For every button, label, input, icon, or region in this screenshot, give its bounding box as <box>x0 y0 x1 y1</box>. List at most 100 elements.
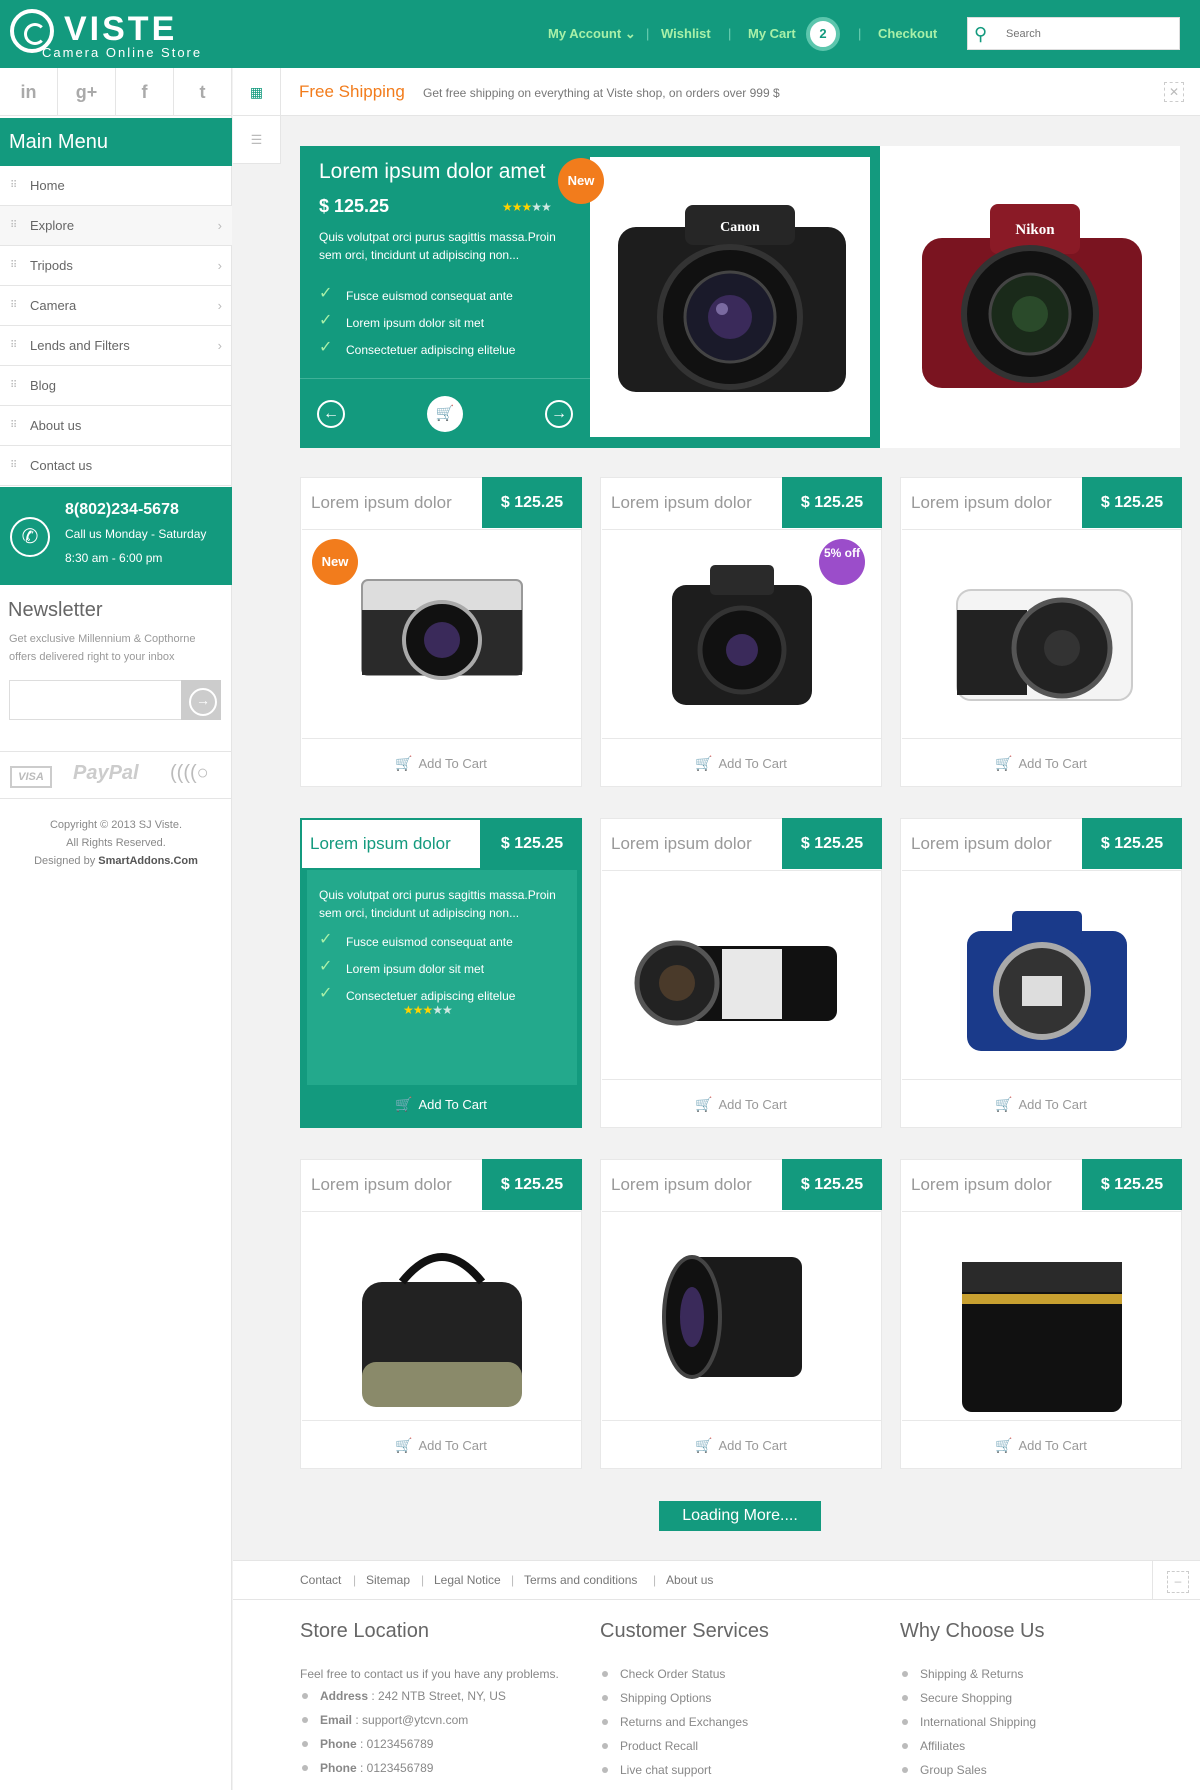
add-to-cart-button[interactable]: 🛒 Add To Cart <box>301 739 581 787</box>
featured-title[interactable]: Lorem ipsum dolor amet <box>319 160 545 184</box>
footer-links: Contact | Sitemap | Legal Notice | Terms… <box>233 1560 1200 1600</box>
cart-icon: 🛒 <box>695 1437 713 1453</box>
phone-icon: ✆ <box>10 517 50 557</box>
footer-link-sitemap[interactable]: Sitemap <box>366 1573 410 1587</box>
copyright: Copyright © 2013 SJ Viste. All Rights Re… <box>0 816 232 870</box>
sidebar-item-tripods[interactable]: ⠿ Tripods › <box>0 246 232 286</box>
sidebar-item-about-us[interactable]: ⠿ About us <box>0 406 232 446</box>
service-link[interactable]: Check Order Status <box>600 1667 890 1691</box>
linkedin-icon[interactable]: in <box>0 68 58 116</box>
product-title[interactable]: Lorem ipsum dolor <box>611 1175 752 1195</box>
cart-icon: 🛒 <box>395 1096 413 1112</box>
sidebar-item-camera[interactable]: ⠿ Camera › <box>0 286 232 326</box>
product-image[interactable] <box>902 1211 1181 1421</box>
product-title[interactable]: Lorem ipsum dolor <box>611 834 752 854</box>
camera-brand: Canon <box>720 220 760 235</box>
add-to-cart-button[interactable]: 🛒 Add To Cart <box>301 1421 581 1469</box>
add-to-cart-button[interactable]: 🛒 Add To Cart <box>601 1080 881 1128</box>
search-input[interactable] <box>1006 18 1176 49</box>
service-link[interactable]: Shipping Options <box>600 1691 890 1715</box>
product-card: Lorem ipsum dolor $ 125.25 🛒 Add To Cart 5% … <box>600 477 882 787</box>
sidebar-item-home[interactable]: ⠿ Home <box>0 166 232 206</box>
grip-icon: ⠿ <box>10 220 18 231</box>
why-choose-us-title: Why Choose Us <box>900 1620 1045 1642</box>
product-image[interactable] <box>902 529 1181 739</box>
why-link[interactable]: Affiliates <box>900 1739 1190 1763</box>
add-to-cart-button[interactable]: 🛒 Add To Cart <box>601 739 881 787</box>
product-image[interactable] <box>602 1211 881 1421</box>
product-title[interactable]: Lorem ipsum dolor <box>311 1175 452 1195</box>
product-title[interactable]: Lorem ipsum dolor <box>311 493 452 513</box>
footer-link-contact[interactable]: Contact <box>300 1573 341 1587</box>
product-price: $ 125.25 <box>482 1159 582 1210</box>
product-price: $ 125.25 <box>782 477 882 528</box>
footer-link-about[interactable]: About us <box>666 1573 713 1587</box>
arrow-left-icon[interactable]: ← <box>317 400 345 428</box>
sidebar-item-explore[interactable]: ⠿ Explore › <box>0 206 232 246</box>
link-separator: | <box>511 1573 515 1587</box>
load-more-button[interactable]: Loading More.... <box>659 1501 821 1531</box>
google-plus-icon[interactable]: g+ <box>58 68 116 116</box>
discount-badge: 5% off <box>819 539 865 585</box>
sidebar-item-label: Blog <box>30 378 57 393</box>
product-title[interactable]: Lorem ipsum dolor <box>611 493 752 513</box>
designer-link[interactable]: SmartAddons.Com <box>98 855 198 867</box>
add-to-cart-button[interactable]: 🛒 Add To Cart <box>901 739 1181 787</box>
sidebar-item-lends-and-filters[interactable]: ⠿ Lends and Filters › <box>0 326 232 366</box>
service-link[interactable]: Product Recall <box>600 1739 890 1763</box>
chevron-down-icon: ⌄ <box>624 26 636 41</box>
add-to-cart-button[interactable]: 🛒 Add To Cart <box>601 1421 881 1469</box>
product-title[interactable]: Lorem ipsum dolor <box>911 1175 1052 1195</box>
why-link[interactable]: International Shipping <box>900 1715 1190 1739</box>
featured-image-secondary[interactable]: Nikon <box>880 146 1180 448</box>
sidebar-item-contact-us[interactable]: ⠿ Contact us <box>0 446 232 486</box>
collapse-icon[interactable] <box>1152 1561 1200 1600</box>
facebook-icon[interactable]: f <box>116 68 174 116</box>
product-image[interactable] <box>302 1211 581 1421</box>
newsletter-email-input[interactable] <box>9 680 182 720</box>
paypal-icon: PayPal <box>73 762 139 784</box>
checkout-link[interactable]: Checkout <box>878 26 937 41</box>
add-to-cart-button[interactable]: 🛒 Add To Cart <box>901 1080 1181 1128</box>
sidebar-item-blog[interactable]: ⠿ Blog <box>0 366 232 406</box>
add-to-cart-button[interactable]: 🛒 Add To Cart <box>301 1080 581 1128</box>
newsletter-submit-button[interactable] <box>181 680 221 720</box>
twitter-icon[interactable]: t <box>174 68 232 116</box>
footer-link-legal[interactable]: Legal Notice <box>434 1573 501 1587</box>
product-title[interactable]: Lorem ipsum dolor <box>911 834 1052 854</box>
wishlist-link[interactable]: Wishlist <box>661 26 711 41</box>
my-cart-link[interactable]: My Cart <box>748 26 796 41</box>
contact-phone[interactable]: 8(802)234-5678 <box>65 501 179 519</box>
product-image[interactable] <box>602 870 881 1080</box>
my-account-link[interactable]: My Account ⌄ <box>548 26 636 42</box>
divider <box>300 378 590 379</box>
add-to-cart-button[interactable]: 🛒 Add To Cart <box>901 1421 1181 1469</box>
featured-product: Lorem ipsum dolor amet $ 125.25 ★★★★★ Qu… <box>300 146 880 448</box>
sidebar-item-label: Camera <box>30 298 77 313</box>
arrow-right-icon[interactable]: → <box>545 400 573 428</box>
search-icon[interactable]: ⚲ <box>974 23 998 45</box>
cart-count-badge[interactable]: 2 <box>806 17 840 51</box>
new-badge: New <box>312 539 358 585</box>
why-link[interactable]: Group Sales <box>900 1763 1190 1787</box>
close-icon[interactable]: ✕ <box>1164 82 1184 102</box>
product-hover-details[interactable]: Quis volutpat orci purus sagittis massa.… <box>307 870 577 1085</box>
feature-item: Lorem ipsum dolor sit met <box>319 311 515 340</box>
service-link[interactable]: Returns and Exchanges <box>600 1715 890 1739</box>
list-view-icon[interactable]: ☰ <box>233 116 281 164</box>
featured-image[interactable]: Canon <box>590 157 870 437</box>
grip-icon: ⠿ <box>10 460 18 471</box>
product-image[interactable] <box>902 870 1181 1080</box>
featured-features: Fusce euismod consequat ante Lorem ipsum… <box>319 284 515 367</box>
grid-view-icon[interactable]: ▦ <box>233 68 281 116</box>
cart-icon[interactable]: 🛒 <box>427 396 463 432</box>
product-title[interactable]: Lorem ipsum dolor <box>911 493 1052 513</box>
footer-link-terms[interactable]: Terms and conditions <box>524 1573 637 1587</box>
link-separator: | <box>353 1573 357 1587</box>
logo-title[interactable]: VISTE <box>64 10 177 49</box>
why-link[interactable]: Secure Shopping <box>900 1691 1190 1715</box>
service-link[interactable]: Live chat support <box>600 1763 890 1787</box>
product-title[interactable]: Lorem ipsum dolor <box>302 820 480 868</box>
why-link[interactable]: Shipping & Returns <box>900 1667 1190 1691</box>
product-card: Lorem ipsum dolor $ 125.25 🛒 Add To Cart <box>900 1159 1182 1469</box>
